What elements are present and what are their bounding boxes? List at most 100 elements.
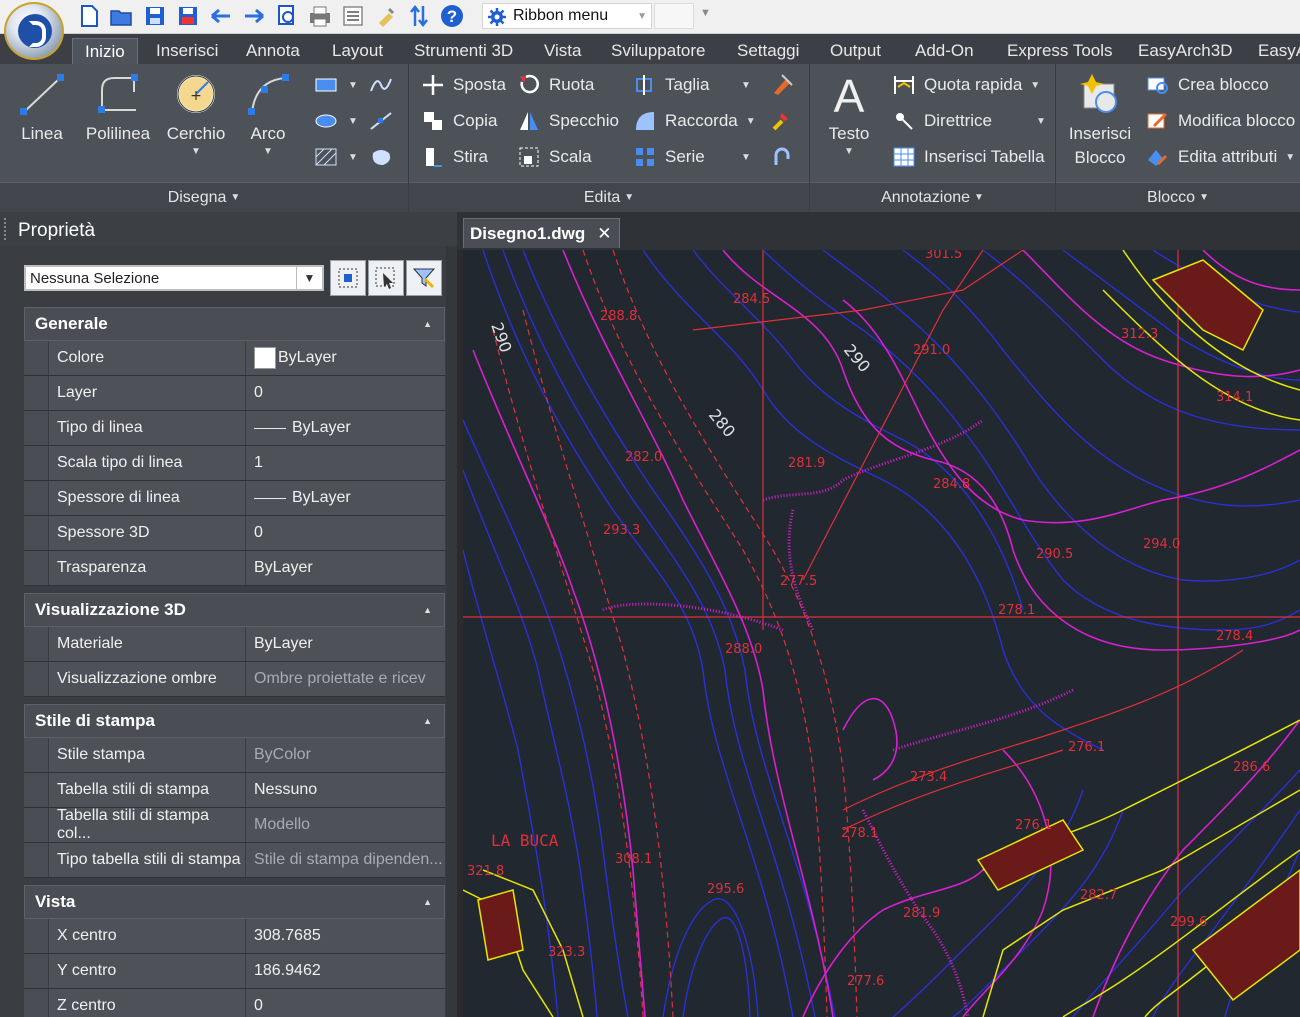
testo-button[interactable]: A Testo ▼ <box>814 70 884 157</box>
property-value[interactable]: 186.9462 <box>246 954 445 988</box>
property-value[interactable]: 1 <box>246 446 445 480</box>
chevron-down-icon[interactable]: ▼ <box>746 116 756 127</box>
ruota-button[interactable]: Ruota <box>517 71 594 99</box>
property-value[interactable]: ByLayer <box>246 411 445 445</box>
chevron-down-icon[interactable]: ▼ <box>733 144 759 170</box>
palette-grip[interactable] <box>4 218 8 240</box>
match-properties-icon[interactable] <box>373 3 399 29</box>
property-row[interactable]: Stile stampa ByColor <box>24 738 445 773</box>
property-value[interactable]: Ombre proiettate e ricev <box>246 662 445 696</box>
qat-customize-icon[interactable]: ▼ <box>700 7 711 19</box>
properties-icon[interactable] <box>340 3 366 29</box>
tab-easyarch3d[interactable]: EasyArch3D <box>1136 38 1234 64</box>
tab-settaggi[interactable]: Settaggi <box>735 38 801 64</box>
cerchio-button[interactable]: + Cerchio ▼ <box>160 70 232 157</box>
property-value[interactable]: ByLayer <box>246 551 445 585</box>
property-value[interactable]: Stile di stampa dipenden... <box>246 843 445 877</box>
tab-express-tools[interactable]: Express Tools <box>1005 38 1115 64</box>
property-value[interactable]: 0 <box>246 516 445 550</box>
explode-icon[interactable] <box>769 108 795 134</box>
tab-easya[interactable]: EasyA <box>1256 38 1300 64</box>
stira-button[interactable]: Stira <box>421 143 488 171</box>
property-value[interactable]: ByLayer <box>246 341 445 375</box>
property-row[interactable]: Trasparenza ByLayer <box>24 551 445 586</box>
property-value[interactable]: ByColor <box>246 738 445 772</box>
specchio-button[interactable]: Specchio <box>517 107 619 135</box>
tab-output[interactable]: Output <box>828 38 883 64</box>
property-row[interactable]: Scala tipo di linea 1 <box>24 446 445 481</box>
properties-header[interactable]: Proprietà <box>0 212 457 246</box>
linea-button[interactable]: Linea <box>6 70 78 144</box>
chevron-down-icon[interactable]: ▼ <box>340 144 366 170</box>
application-menu-button[interactable] <box>4 2 64 60</box>
tab-add-on[interactable]: Add-On <box>913 38 976 64</box>
document-tab[interactable]: Disegno1.dwg ✕ <box>463 218 620 248</box>
qat-extra-button[interactable] <box>654 3 694 29</box>
close-icon[interactable]: ✕ <box>597 224 611 244</box>
property-row[interactable]: Z centro 0 <box>24 989 445 1017</box>
ellipse-icon[interactable] <box>313 108 339 134</box>
hatch-icon[interactable] <box>313 144 339 170</box>
property-value[interactable]: ByLayer <box>246 481 445 515</box>
tab-layout[interactable]: Layout <box>330 38 385 64</box>
workspace-selector[interactable]: Ribbon menu ▼ <box>482 3 652 29</box>
serie-button[interactable]: Serie <box>633 143 705 171</box>
chevron-down-icon[interactable]: ▼ <box>160 146 232 157</box>
polilinea-button[interactable]: Polilinea <box>82 70 154 144</box>
property-row[interactable]: Tipo tabella stili di stampa Stile di sta… <box>24 843 445 878</box>
property-row[interactable]: X centro 308.7685 <box>24 919 445 954</box>
property-value[interactable]: Modello <box>246 808 445 842</box>
property-value[interactable]: 0 <box>246 989 445 1017</box>
chevron-down-icon[interactable]: ▼ <box>232 146 304 157</box>
section-header-stampa[interactable]: Stile di stampa ▲ <box>24 704 445 738</box>
selection-dropdown[interactable]: Nessuna Selezione ▼ <box>24 265 324 291</box>
arco-button[interactable]: Arco ▼ <box>232 70 304 157</box>
quick-select-button[interactable] <box>406 260 442 296</box>
print-icon[interactable] <box>307 3 333 29</box>
quota-rapida-button[interactable]: Quota rapida ▼ <box>892 71 1040 99</box>
tab-vista[interactable]: Vista <box>542 38 584 64</box>
tab-sviluppatore[interactable]: Sviluppatore <box>609 38 708 64</box>
crea-blocco-button[interactable]: Crea blocco <box>1146 71 1269 99</box>
plot-preview-icon[interactable] <box>274 3 300 29</box>
property-row[interactable]: Spessore di linea ByLayer <box>24 481 445 516</box>
panel-footer-edita[interactable]: Edita ▼ <box>409 182 809 212</box>
chevron-down-icon[interactable]: ▼ <box>814 146 884 157</box>
help-icon[interactable]: ? <box>439 3 465 29</box>
panel-footer-disegna[interactable]: Disegna ▼ <box>0 182 408 212</box>
property-row[interactable]: Colore ByLayer <box>24 341 445 376</box>
property-row[interactable]: Layer 0 <box>24 376 445 411</box>
new-icon[interactable] <box>76 3 102 29</box>
xline-icon[interactable] <box>368 108 394 134</box>
tab-annota[interactable]: Annota <box>244 38 302 64</box>
sposta-button[interactable]: Sposta <box>421 71 506 99</box>
modifica-blocco-button[interactable]: Modifica blocco <box>1146 107 1295 135</box>
chevron-down-icon[interactable]: ▼ <box>1030 80 1040 91</box>
select-objects-button[interactable] <box>368 260 404 296</box>
raccorda-button[interactable]: Raccorda ▼ <box>633 107 756 135</box>
edita-attributi-button[interactable]: Edita attributi ▼ <box>1146 143 1295 171</box>
open-icon[interactable] <box>109 3 135 29</box>
chevron-down-icon[interactable]: ▼ <box>340 108 366 134</box>
scala-button[interactable]: Scala <box>517 143 592 171</box>
property-row[interactable]: Tipo di linea ByLayer <box>24 411 445 446</box>
chevron-down-icon[interactable]: ▼ <box>1285 152 1295 163</box>
toggle-pickadd-button[interactable] <box>330 260 366 296</box>
property-value[interactable]: 308.7685 <box>246 919 445 953</box>
panel-footer-annotazione[interactable]: Annotazione ▼ <box>810 182 1055 212</box>
chevron-down-icon[interactable]: ▼ <box>296 267 322 289</box>
properties-scrollbar[interactable] <box>446 246 457 1017</box>
rectangle-icon[interactable] <box>313 72 339 98</box>
tab-inserisci[interactable]: Inserisci <box>154 38 220 64</box>
save-as-icon[interactable] <box>175 3 201 29</box>
save-icon[interactable] <box>142 3 168 29</box>
panel-footer-blocco[interactable]: Blocco ▼ <box>1056 182 1300 212</box>
join-icon[interactable] <box>769 144 795 170</box>
drawing-canvas[interactable]: 290 290 280 LA BUCA 301.5 284.5 288.8 29… <box>463 250 1300 1017</box>
property-row[interactable]: Spessore 3D 0 <box>24 516 445 551</box>
spline-icon[interactable] <box>368 72 394 98</box>
property-row[interactable]: Visualizzazione ombre Ombre proiettate e … <box>24 662 445 697</box>
property-row[interactable]: Tabella stili di stampa col... Modello <box>24 807 445 843</box>
section-header-vis3d[interactable]: Visualizzazione 3D ▲ <box>24 593 445 627</box>
sort-icon[interactable] <box>406 3 432 29</box>
